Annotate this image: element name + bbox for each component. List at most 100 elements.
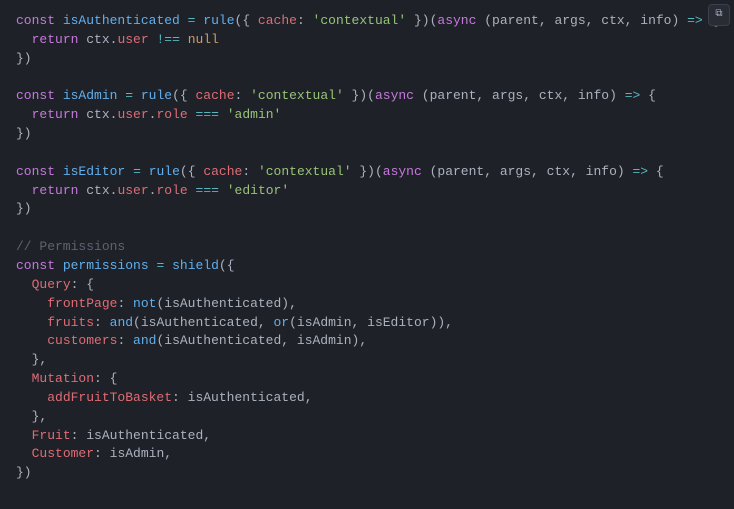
token-kw: async: [375, 88, 414, 103]
token-fn: rule: [149, 164, 180, 179]
token-p: {: [640, 88, 656, 103]
token-kw: async: [383, 164, 422, 179]
token-p: [141, 164, 149, 179]
token-p: [164, 258, 172, 273]
code-line: }): [16, 125, 718, 144]
token-p: [180, 32, 188, 47]
token-p: },: [16, 409, 47, 424]
code-line: }): [16, 50, 718, 69]
token-p: [16, 390, 47, 405]
token-p: (: [133, 315, 141, 330]
token-p: :: [94, 315, 110, 330]
token-p: [125, 164, 133, 179]
token-prop: customers: [47, 333, 117, 348]
token-p: }): [16, 126, 32, 141]
token-fn: isAuthenticated: [63, 13, 180, 28]
code-line: [16, 144, 718, 163]
code-line: Mutation: {: [16, 370, 718, 389]
code-line: return ctx.user.role === 'editor': [16, 182, 718, 201]
token-op: ===: [196, 183, 219, 198]
token-pn: ctx: [539, 88, 562, 103]
token-fn: and: [110, 315, 133, 330]
token-p: ({: [180, 164, 203, 179]
token-pn: info: [640, 13, 671, 28]
token-op: =: [125, 88, 133, 103]
token-p: [16, 333, 47, 348]
token-kw: async: [437, 13, 476, 28]
token-p: ,: [531, 164, 547, 179]
token-pn: isAuthenticated: [86, 428, 203, 443]
code-line: const permissions = shield({: [16, 257, 718, 276]
token-p: ,: [258, 315, 274, 330]
token-p: }): [16, 51, 32, 66]
token-prop: role: [156, 183, 187, 198]
token-p: [16, 315, 47, 330]
token-p: [55, 13, 63, 28]
token-p: ): [617, 164, 633, 179]
token-p: })(: [406, 13, 437, 28]
token-p: ,: [281, 333, 297, 348]
code-line: const isAdmin = rule({ cache: 'contextua…: [16, 87, 718, 106]
token-pn: ctx: [86, 107, 109, 122]
code-line: }): [16, 464, 718, 483]
token-str: 'contextual': [258, 164, 352, 179]
code-line: Customer: isAdmin,: [16, 445, 718, 464]
token-prop: cache: [196, 88, 235, 103]
code-line: // Permissions: [16, 238, 718, 257]
code-line: const isAuthenticated = rule({ cache: 'c…: [16, 12, 718, 31]
token-p: ,: [164, 446, 172, 461]
token-p: )),: [430, 315, 453, 330]
token-p: })(: [352, 164, 383, 179]
token-prop: Customer: [32, 446, 94, 461]
token-p: [16, 371, 32, 386]
token-prop: cache: [203, 164, 242, 179]
token-prop: addFruitToBasket: [47, 390, 172, 405]
code-line: [16, 219, 718, 238]
token-fn: rule: [141, 88, 172, 103]
token-op: ===: [196, 107, 219, 122]
token-p: (: [476, 13, 492, 28]
token-kw: const: [16, 88, 55, 103]
token-pn: isAuthenticated: [164, 296, 281, 311]
code-line: return ctx.user.role === 'admin': [16, 106, 718, 125]
token-p: [16, 277, 32, 292]
token-p: : {: [94, 371, 117, 386]
token-p: :: [94, 446, 110, 461]
token-p: }): [16, 201, 32, 216]
token-p: ,: [570, 164, 586, 179]
code-line: },: [16, 351, 718, 370]
token-p: [180, 13, 188, 28]
token-p: ,: [586, 13, 602, 28]
copy-icon[interactable]: ⧉: [708, 4, 730, 26]
token-p: :: [117, 296, 133, 311]
token-str: 'contextual': [313, 13, 407, 28]
token-p: : {: [71, 277, 94, 292]
token-prop: user: [117, 183, 148, 198]
token-pn: ctx: [601, 13, 624, 28]
token-p: ({: [235, 13, 258, 28]
token-p: ,: [539, 13, 555, 28]
token-p: })(: [344, 88, 375, 103]
token-pn: isAdmin: [297, 315, 352, 330]
token-kw: return: [32, 32, 79, 47]
token-p: [188, 107, 196, 122]
token-prop: cache: [258, 13, 297, 28]
token-fn: rule: [203, 13, 234, 28]
token-p: [16, 296, 47, 311]
code-line: fruits: and(isAuthenticated, or(isAdmin,…: [16, 314, 718, 333]
token-pn: isAuthenticated: [141, 315, 258, 330]
code-line: },: [16, 408, 718, 427]
token-p: [133, 88, 141, 103]
token-prop: frontPage: [47, 296, 117, 311]
token-prop: Query: [32, 277, 71, 292]
token-p: {: [648, 164, 664, 179]
token-p: [16, 32, 32, 47]
token-kw: return: [32, 183, 79, 198]
code-block: const isAuthenticated = rule({ cache: 'c…: [16, 12, 718, 483]
token-p: [219, 107, 227, 122]
token-p: ): [609, 88, 625, 103]
token-str: 'admin': [227, 107, 282, 122]
token-p: (: [289, 315, 297, 330]
token-p: ): [672, 13, 688, 28]
code-line: frontPage: not(isAuthenticated),: [16, 295, 718, 314]
